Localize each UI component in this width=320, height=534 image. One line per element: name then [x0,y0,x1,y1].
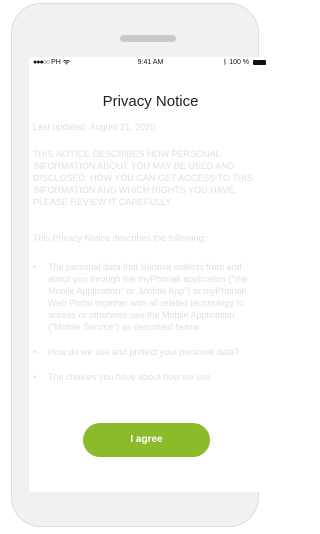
notice-paragraph: THIS NOTICE DESCRIBES HOW PERSONAL INFOR… [33,149,253,207]
list-item-text: The choices you have about how we use [48,372,211,382]
bullet-icon: • [33,372,37,382]
list-item-text: The personal data that Sonova collects f… [48,262,248,332]
app-screen: ●●●○○ PH 9:41 AM ᛒ 100 % Privacy Notice … [29,57,272,492]
list-item-text: How do we use and protect your personal … [48,347,240,357]
status-bar: ●●●○○ PH 9:41 AM ᛒ 100 % [29,57,272,68]
list-item: • The personal data that Sonova collects… [33,261,258,333]
bluetooth-icon: ᛒ [223,59,228,66]
page-title: Privacy Notice [102,93,199,110]
list-item: • How do we use and protect your persona… [33,346,258,358]
bullet-list: • The personal data that Sonova collects… [33,261,258,396]
list-item: • The choices you have about how we use [33,371,258,383]
speaker-grille [120,35,176,42]
status-right: ᛒ 100 % [223,57,266,68]
battery-label: 100 % [229,59,250,66]
intro-text: This Privacy Notice describes the follow… [33,233,207,243]
last-updated-text: Last updated: August 21, 2020 [33,122,156,132]
agree-button[interactable]: I agree [83,423,210,457]
bullet-icon: • [33,347,37,357]
battery-icon [253,59,266,65]
bullet-icon: • [33,262,37,272]
